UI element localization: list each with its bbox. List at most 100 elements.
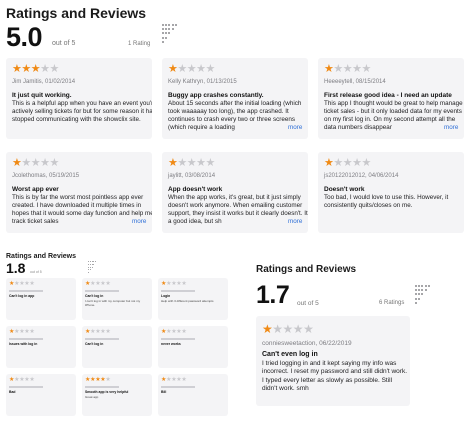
review-title: Bill bbox=[161, 390, 167, 394]
star-rating: ★★★★★ bbox=[12, 158, 59, 169]
star-empty-icon: ★ bbox=[342, 157, 353, 169]
star-rating: ★★★★★ bbox=[85, 281, 111, 287]
review-card: ★★★★★ Kelly Kathryn, 01/13/2015 Buggy ap… bbox=[162, 58, 308, 139]
average-score-medium: 1.7 bbox=[256, 281, 290, 309]
star-empty-icon: ★ bbox=[342, 63, 353, 75]
star-empty-icon: ★ bbox=[30, 157, 41, 169]
star-empty-icon: ★ bbox=[292, 322, 304, 336]
histogram-star-dot bbox=[421, 293, 424, 296]
review-body bbox=[85, 347, 147, 359]
review-title: Can't log in bbox=[85, 342, 104, 346]
review-title: Issues with log in bbox=[9, 342, 38, 346]
review-title: Can't even log in bbox=[262, 351, 318, 358]
review-card-small: ★★★★★ Bill bbox=[158, 374, 228, 416]
review-card-small: ★★★★★ Issues with log in bbox=[6, 326, 76, 368]
histogram-star-dot bbox=[168, 24, 171, 26]
histogram-star-dot bbox=[424, 285, 427, 287]
review-body: Great app bbox=[85, 395, 99, 399]
star-empty-icon: ★ bbox=[196, 63, 206, 75]
histogram-star-dot bbox=[418, 297, 421, 300]
star-filled-icon: ★ bbox=[21, 63, 31, 75]
star-filled-icon: ★ bbox=[262, 322, 273, 336]
histogram-star-dot bbox=[165, 36, 168, 39]
star-empty-icon: ★ bbox=[40, 63, 50, 75]
average-score: 5.0 bbox=[6, 22, 43, 52]
star-empty-icon: ★ bbox=[333, 157, 343, 169]
histogram-star-dot bbox=[421, 289, 424, 292]
star-empty-icon: ★ bbox=[105, 329, 111, 335]
star-empty-icon: ★ bbox=[49, 157, 60, 169]
review-meta-placeholder bbox=[9, 338, 43, 340]
review-body bbox=[161, 395, 223, 407]
review-meta-placeholder bbox=[85, 338, 119, 340]
histogram-star-dot bbox=[421, 285, 424, 287]
review-body bbox=[9, 299, 71, 311]
review-author-date: Jcolethomas, 05/19/2015 bbox=[12, 173, 80, 179]
section-title-medium: Ratings and Reviews bbox=[256, 264, 357, 275]
histogram-star-dot bbox=[162, 36, 164, 39]
star-empty-icon: ★ bbox=[177, 63, 187, 75]
review-title: Bad bbox=[9, 390, 16, 394]
more-link[interactable]: more bbox=[130, 218, 147, 225]
histogram-star-dot bbox=[88, 266, 89, 268]
histogram-star-dot bbox=[165, 28, 168, 31]
review-author-date: jaylitt, 03/08/2014 bbox=[168, 173, 216, 179]
star-filled-icon: ★ bbox=[324, 157, 334, 169]
star-empty-icon: ★ bbox=[21, 157, 31, 169]
star-empty-icon: ★ bbox=[333, 63, 343, 75]
histogram-star-dot bbox=[162, 28, 164, 31]
review-body bbox=[9, 395, 71, 407]
section-title: Ratings and Reviews bbox=[6, 5, 147, 21]
review-author-date: js20122012012, 04/06/2014 bbox=[324, 173, 399, 179]
review-title: First release good idea - I need an upda… bbox=[324, 92, 452, 99]
histogram-star-dot bbox=[91, 266, 93, 268]
histogram-star-dot bbox=[168, 32, 171, 35]
star-rating: ★★★★★ bbox=[161, 329, 187, 335]
star-empty-icon: ★ bbox=[352, 63, 362, 75]
star-rating: ★★★★★ bbox=[168, 64, 215, 75]
review-card: ★★★★★ Jcolethomas, 05/19/2015 Worst app … bbox=[6, 152, 152, 233]
review-card: ★★★★★ conniesweetaction, 06/22/2019 Can'… bbox=[256, 316, 410, 406]
review-meta-placeholder bbox=[161, 386, 195, 388]
review-card-small: ★★★★★ Can't log in app bbox=[6, 278, 76, 320]
star-empty-icon: ★ bbox=[196, 157, 206, 169]
star-rating: ★★★★★ bbox=[161, 377, 187, 383]
rating-count: 1 Rating bbox=[128, 41, 151, 47]
rating-count-medium: 6 Ratings bbox=[379, 300, 405, 306]
review-card-small: ★★★★★ never works bbox=[158, 326, 228, 368]
histogram-star-dot bbox=[89, 266, 91, 268]
more-link[interactable]: more bbox=[286, 218, 303, 225]
star-empty-icon: ★ bbox=[105, 377, 111, 383]
star-empty-icon: ★ bbox=[29, 377, 35, 383]
star-empty-icon: ★ bbox=[361, 157, 372, 169]
star-empty-icon: ★ bbox=[361, 63, 372, 75]
star-rating: ★★★★★ bbox=[9, 377, 35, 383]
star-filled-icon: ★ bbox=[12, 157, 22, 169]
histogram-star-dot bbox=[415, 289, 417, 292]
star-empty-icon: ★ bbox=[282, 322, 294, 336]
histogram-star-dot bbox=[415, 301, 417, 304]
more-link[interactable]: more bbox=[286, 124, 303, 131]
star-empty-icon: ★ bbox=[49, 63, 60, 75]
histogram-star-dot bbox=[165, 24, 168, 26]
review-card-small: ★★★★★ Can't log in I can't log in with m… bbox=[82, 278, 152, 320]
histogram-star-dot bbox=[95, 261, 97, 262]
histogram-star-dot bbox=[162, 40, 164, 43]
review-meta-placeholder bbox=[85, 290, 119, 292]
histogram-star-dot bbox=[88, 261, 89, 262]
star-rating: ★★★★★ bbox=[9, 329, 35, 335]
review-card-small: ★★★★★ Smooth app is very helpful Great a… bbox=[82, 374, 152, 416]
review-title: Can't log in app bbox=[9, 294, 35, 298]
histogram-star-dot bbox=[162, 24, 164, 26]
review-card: ★★★★★ js20122012012, 04/06/2014 Doesn't … bbox=[318, 152, 464, 233]
review-title: Can't log in bbox=[85, 294, 104, 298]
review-meta-placeholder bbox=[9, 290, 43, 292]
star-empty-icon: ★ bbox=[40, 157, 50, 169]
histogram-star-dot bbox=[88, 272, 89, 274]
review-meta-placeholder bbox=[161, 338, 195, 340]
review-body: Too bad, I would love to use this. Howev… bbox=[324, 194, 449, 209]
review-author-date: conniesweetaction, 06/22/2019 bbox=[262, 340, 352, 347]
more-link[interactable]: more bbox=[442, 124, 459, 131]
histogram-star-dot bbox=[174, 24, 177, 26]
star-empty-icon: ★ bbox=[181, 329, 187, 335]
